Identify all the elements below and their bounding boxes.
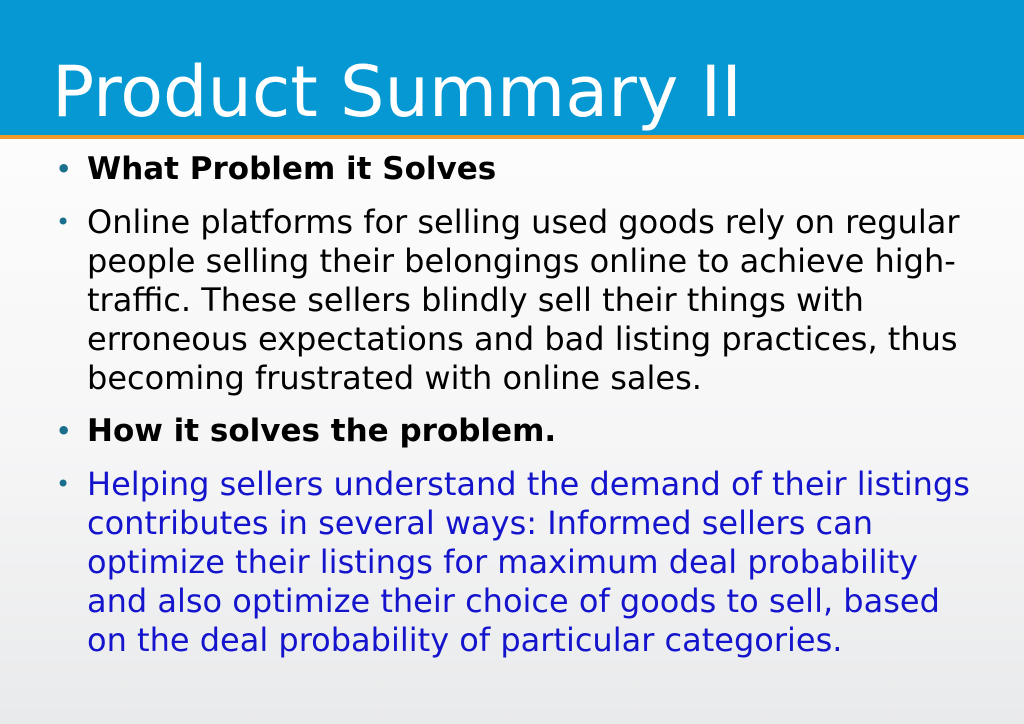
bullet-dot-icon: • — [56, 470, 71, 498]
bullet-item-problem-description: • Online platforms for selling used good… — [56, 203, 986, 398]
bullet-item-solution-heading: • How it solves the problem. — [56, 412, 986, 451]
slide: Product Summary II • What Problem it Sol… — [0, 0, 1024, 724]
bullet-text: How it solves the problem. — [87, 413, 557, 449]
bullet-dot-icon: • — [56, 155, 72, 183]
bullet-text: Online platforms for selling used goods … — [87, 203, 960, 397]
bullet-text: Helping sellers understand the demand of… — [87, 465, 970, 659]
bullet-item-solution-description: • Helping sellers understand the demand … — [56, 465, 986, 660]
bullet-item-problem-heading: • What Problem it Solves — [56, 150, 986, 189]
bullet-list: • What Problem it Solves • Online platfo… — [56, 150, 986, 674]
title-bar: Product Summary II — [0, 0, 1024, 139]
bullet-text: What Problem it Solves — [87, 151, 497, 187]
bullet-dot-icon: • — [56, 208, 71, 236]
slide-title: Product Summary II — [52, 51, 742, 133]
bullet-dot-icon: • — [56, 417, 72, 445]
